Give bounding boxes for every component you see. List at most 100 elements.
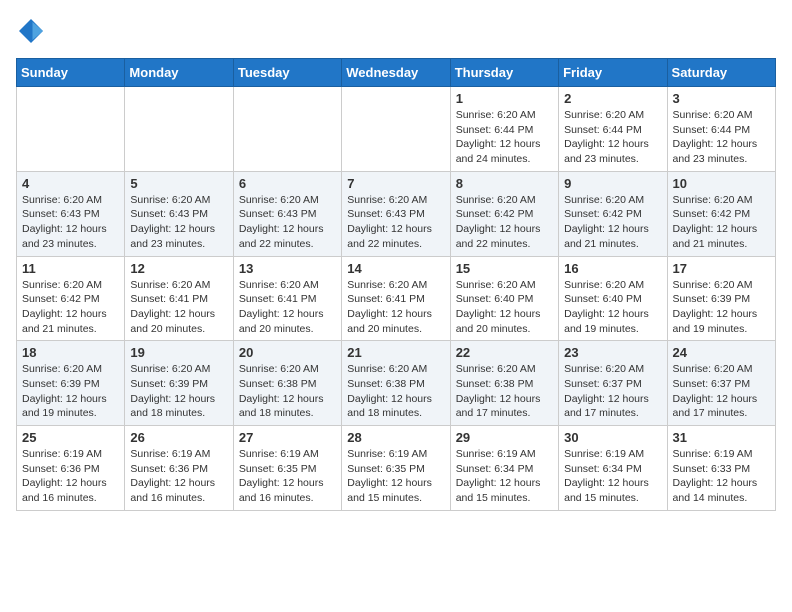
day-info: Sunrise: 6:20 AM Sunset: 6:44 PM Dayligh… [456, 108, 553, 167]
day-number: 14 [347, 261, 444, 276]
day-info: Sunrise: 6:20 AM Sunset: 6:41 PM Dayligh… [239, 278, 336, 337]
day-number: 25 [22, 430, 119, 445]
calendar-cell: 25 Sunrise: 6:19 AM Sunset: 6:36 PM Dayli… [17, 426, 125, 511]
day-info: Sunrise: 6:20 AM Sunset: 6:38 PM Dayligh… [456, 362, 553, 421]
day-info: Sunrise: 6:20 AM Sunset: 6:42 PM Dayligh… [564, 193, 661, 252]
day-number: 11 [22, 261, 119, 276]
day-info: Sunrise: 6:20 AM Sunset: 6:39 PM Dayligh… [673, 278, 770, 337]
day-number: 3 [673, 91, 770, 106]
calendar-cell: 18 Sunrise: 6:20 AM Sunset: 6:39 PM Dayli… [17, 341, 125, 426]
calendar-cell: 2Sunrise: 6:20 AM Sunset: 6:44 PM Daylig… [559, 87, 667, 172]
calendar-cell: 29 Sunrise: 6:19 AM Sunset: 6:34 PM Dayli… [450, 426, 558, 511]
weekday-header-monday: Monday [125, 59, 233, 87]
day-number: 10 [673, 176, 770, 191]
logo [16, 16, 50, 46]
calendar-cell: 8 Sunrise: 6:20 AM Sunset: 6:42 PM Daylig… [450, 171, 558, 256]
day-info: Sunrise: 6:20 AM Sunset: 6:42 PM Dayligh… [456, 193, 553, 252]
calendar-cell: 1 Sunrise: 6:20 AM Sunset: 6:44 PM Daylig… [450, 87, 558, 172]
calendar-cell: 17 Sunrise: 6:20 AM Sunset: 6:39 PM Dayli… [667, 256, 775, 341]
calendar-cell: 14 Sunrise: 6:20 AM Sunset: 6:41 PM Dayli… [342, 256, 450, 341]
day-number: 28 [347, 430, 444, 445]
day-number: 4 [22, 176, 119, 191]
calendar-cell: 31 Sunrise: 6:19 AM Sunset: 6:33 PM Dayli… [667, 426, 775, 511]
day-number: 6 [239, 176, 336, 191]
calendar-cell: 11 Sunrise: 6:20 AM Sunset: 6:42 PM Dayli… [17, 256, 125, 341]
calendar-cell: 3 Sunrise: 6:20 AM Sunset: 6:44 PM Daylig… [667, 87, 775, 172]
calendar-cell: 16 Sunrise: 6:20 AM Sunset: 6:40 PM Dayli… [559, 256, 667, 341]
calendar-cell: 5Sunrise: 6:20 AM Sunset: 6:43 PM Daylig… [125, 171, 233, 256]
calendar-cell: 9 Sunrise: 6:20 AM Sunset: 6:42 PM Daylig… [559, 171, 667, 256]
day-number: 23 [564, 345, 661, 360]
weekday-header-tuesday: Tuesday [233, 59, 341, 87]
calendar-cell [17, 87, 125, 172]
day-info: Sunrise: 6:19 AM Sunset: 6:34 PM Dayligh… [456, 447, 553, 506]
calendar-cell: 15 Sunrise: 6:20 AM Sunset: 6:40 PM Dayli… [450, 256, 558, 341]
calendar-body: 1 Sunrise: 6:20 AM Sunset: 6:44 PM Daylig… [17, 87, 776, 511]
day-number: 18 [22, 345, 119, 360]
day-info: Sunrise: 6:20 AM Sunset: 6:41 PM Dayligh… [347, 278, 444, 337]
day-number: 15 [456, 261, 553, 276]
day-info: Sunrise: 6:19 AM Sunset: 6:35 PM Dayligh… [347, 447, 444, 506]
calendar-cell: 30Sunrise: 6:19 AM Sunset: 6:34 PM Dayli… [559, 426, 667, 511]
calendar-cell: 21 Sunrise: 6:20 AM Sunset: 6:38 PM Dayli… [342, 341, 450, 426]
calendar-cell: 28 Sunrise: 6:19 AM Sunset: 6:35 PM Dayli… [342, 426, 450, 511]
day-number: 24 [673, 345, 770, 360]
day-info: Sunrise: 6:20 AM Sunset: 6:38 PM Dayligh… [347, 362, 444, 421]
day-info: Sunrise: 6:20 AM Sunset: 6:43 PM Dayligh… [130, 193, 227, 252]
day-number: 26 [130, 430, 227, 445]
day-number: 20 [239, 345, 336, 360]
calendar-cell [233, 87, 341, 172]
day-number: 8 [456, 176, 553, 191]
weekday-header-wednesday: Wednesday [342, 59, 450, 87]
weekday-header-row: SundayMondayTuesdayWednesdayThursdayFrid… [17, 59, 776, 87]
day-info: Sunrise: 6:19 AM Sunset: 6:35 PM Dayligh… [239, 447, 336, 506]
day-info: Sunrise: 6:19 AM Sunset: 6:36 PM Dayligh… [22, 447, 119, 506]
calendar-cell: 19Sunrise: 6:20 AM Sunset: 6:39 PM Dayli… [125, 341, 233, 426]
weekday-header-sunday: Sunday [17, 59, 125, 87]
calendar-header: SundayMondayTuesdayWednesdayThursdayFrid… [17, 59, 776, 87]
day-info: Sunrise: 6:20 AM Sunset: 6:39 PM Dayligh… [130, 362, 227, 421]
calendar-week-row: 4 Sunrise: 6:20 AM Sunset: 6:43 PM Daylig… [17, 171, 776, 256]
day-number: 27 [239, 430, 336, 445]
calendar-cell: 22Sunrise: 6:20 AM Sunset: 6:38 PM Dayli… [450, 341, 558, 426]
day-number: 9 [564, 176, 661, 191]
weekday-header-friday: Friday [559, 59, 667, 87]
weekday-header-saturday: Saturday [667, 59, 775, 87]
day-number: 29 [456, 430, 553, 445]
weekday-header-thursday: Thursday [450, 59, 558, 87]
day-number: 21 [347, 345, 444, 360]
day-info: Sunrise: 6:20 AM Sunset: 6:42 PM Dayligh… [673, 193, 770, 252]
day-number: 31 [673, 430, 770, 445]
day-info: Sunrise: 6:20 AM Sunset: 6:43 PM Dayligh… [239, 193, 336, 252]
page-header [16, 16, 776, 46]
day-number: 16 [564, 261, 661, 276]
day-info: Sunrise: 6:19 AM Sunset: 6:36 PM Dayligh… [130, 447, 227, 506]
calendar-cell [125, 87, 233, 172]
day-info: Sunrise: 6:20 AM Sunset: 6:39 PM Dayligh… [22, 362, 119, 421]
calendar-cell: 10 Sunrise: 6:20 AM Sunset: 6:42 PM Dayli… [667, 171, 775, 256]
day-number: 17 [673, 261, 770, 276]
calendar-cell: 4 Sunrise: 6:20 AM Sunset: 6:43 PM Daylig… [17, 171, 125, 256]
day-info: Sunrise: 6:20 AM Sunset: 6:40 PM Dayligh… [564, 278, 661, 337]
day-info: Sunrise: 6:20 AM Sunset: 6:42 PM Dayligh… [22, 278, 119, 337]
calendar-cell: 13Sunrise: 6:20 AM Sunset: 6:41 PM Dayli… [233, 256, 341, 341]
day-info: Sunrise: 6:20 AM Sunset: 6:37 PM Dayligh… [564, 362, 661, 421]
calendar-table: SundayMondayTuesdayWednesdayThursdayFrid… [16, 58, 776, 511]
day-number: 30 [564, 430, 661, 445]
day-info: Sunrise: 6:20 AM Sunset: 6:40 PM Dayligh… [456, 278, 553, 337]
calendar-week-row: 1 Sunrise: 6:20 AM Sunset: 6:44 PM Daylig… [17, 87, 776, 172]
calendar-cell: 27 Sunrise: 6:19 AM Sunset: 6:35 PM Dayli… [233, 426, 341, 511]
day-number: 7 [347, 176, 444, 191]
calendar-week-row: 18 Sunrise: 6:20 AM Sunset: 6:39 PM Dayli… [17, 341, 776, 426]
day-number: 1 [456, 91, 553, 106]
calendar-cell: 26 Sunrise: 6:19 AM Sunset: 6:36 PM Dayli… [125, 426, 233, 511]
day-info: Sunrise: 6:20 AM Sunset: 6:44 PM Dayligh… [673, 108, 770, 167]
calendar-cell: 12Sunrise: 6:20 AM Sunset: 6:41 PM Dayli… [125, 256, 233, 341]
calendar-cell: 6 Sunrise: 6:20 AM Sunset: 6:43 PM Daylig… [233, 171, 341, 256]
day-info: Sunrise: 6:19 AM Sunset: 6:33 PM Dayligh… [673, 447, 770, 506]
calendar-week-row: 11 Sunrise: 6:20 AM Sunset: 6:42 PM Dayli… [17, 256, 776, 341]
calendar-cell: 20Sunrise: 6:20 AM Sunset: 6:38 PM Dayli… [233, 341, 341, 426]
day-info: Sunrise: 6:20 AM Sunset: 6:43 PM Dayligh… [22, 193, 119, 252]
calendar-cell: 23 Sunrise: 6:20 AM Sunset: 6:37 PM Dayli… [559, 341, 667, 426]
logo-icon [16, 16, 46, 46]
